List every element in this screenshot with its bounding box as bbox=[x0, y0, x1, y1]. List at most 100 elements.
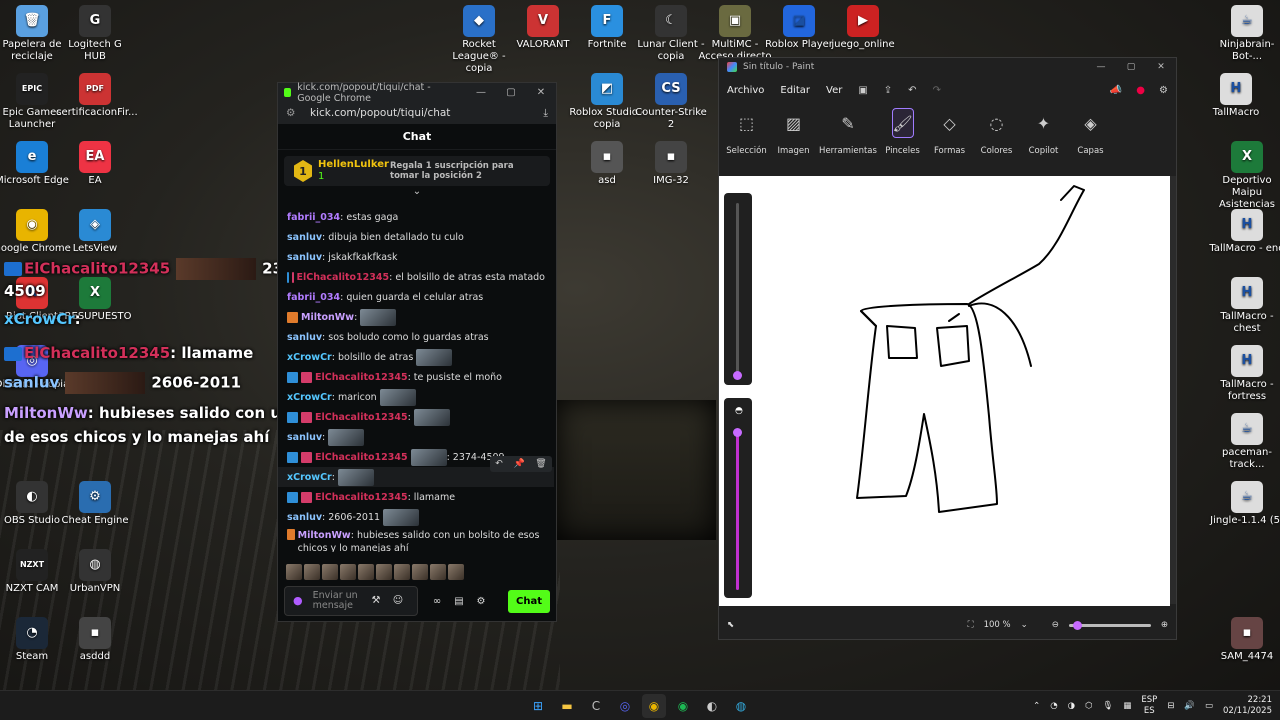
desktop-icon[interactable]: EA EA bbox=[56, 141, 134, 187]
desktop-icon[interactable]: ☕ Ninjabrain-Bot-... bbox=[1208, 5, 1280, 63]
account-icon[interactable]: ● bbox=[1136, 85, 1145, 96]
format-icon[interactable]: ⚒ bbox=[365, 596, 387, 606]
chat-username[interactable]: ElChacalito12345 bbox=[297, 272, 390, 283]
settings-icon[interactable]: ⚙ bbox=[1159, 85, 1168, 96]
emote-icon[interactable] bbox=[376, 564, 392, 580]
emote-icon[interactable] bbox=[358, 564, 374, 580]
download-icon[interactable]: ⤓ bbox=[543, 107, 548, 120]
chat-message[interactable]: xCrowCr: maricon bbox=[278, 387, 554, 407]
emote-icon[interactable] bbox=[286, 564, 302, 580]
tray-app-icon[interactable]: ◔ bbox=[1050, 701, 1057, 711]
chat-username[interactable]: sanluv bbox=[287, 512, 322, 523]
chat-username[interactable]: fabrii_034 bbox=[287, 212, 340, 223]
desktop-icon[interactable]: H TallMacro - fortress bbox=[1208, 345, 1280, 403]
emote-icon[interactable] bbox=[340, 564, 356, 580]
ribbon-herramientas[interactable]: ✎ Herramientas bbox=[817, 104, 879, 157]
chat-username[interactable]: ElChacalito12345 bbox=[315, 412, 408, 423]
pinned-gifter-banner[interactable]: 1 HellenLulker 1 Regala 1 suscripción pa… bbox=[284, 156, 550, 186]
emoji-icon[interactable]: ☺ bbox=[387, 596, 409, 606]
emote-icon[interactable] bbox=[412, 564, 428, 580]
desktop-icon[interactable]: X Deportivo Maipu Asistencias bbox=[1208, 141, 1280, 211]
ribbon-colores[interactable]: ◌ Colores bbox=[973, 104, 1020, 157]
spotify-icon[interactable]: ◉ bbox=[671, 694, 695, 718]
ribbon-seleccion[interactable]: ⬚ Selección bbox=[723, 104, 770, 157]
desktop-icon[interactable]: ☕ paceman-track... bbox=[1208, 413, 1280, 471]
connections-icon[interactable]: ∞ bbox=[426, 596, 448, 607]
discord-icon[interactable]: ◎ bbox=[613, 694, 637, 718]
desktop-icon[interactable]: ▪ SAM_4474 bbox=[1208, 617, 1280, 663]
menu-ver[interactable]: Ver bbox=[826, 85, 842, 96]
desktop-icon[interactable]: CS Counter-Strike 2 bbox=[632, 73, 710, 131]
fit-icon[interactable]: ⛶ bbox=[968, 620, 974, 630]
desktop-icon[interactable]: H TallMacro - end bbox=[1208, 209, 1280, 255]
zoom-in-icon[interactable]: ⊕ bbox=[1161, 620, 1168, 630]
chat-username[interactable]: MiltonWw bbox=[298, 530, 351, 541]
brush-size-slider[interactable] bbox=[724, 193, 752, 385]
store-icon[interactable]: ▤ bbox=[448, 596, 470, 607]
chat-input[interactable]: ● Enviar un mensaje ⚒ ☺ bbox=[284, 586, 418, 616]
chat-message[interactable]: fabrii_034: estas gaga bbox=[278, 207, 554, 227]
chat-username[interactable]: ElChacalito12345 bbox=[315, 492, 408, 503]
chrome-icon[interactable]: ◉ bbox=[642, 693, 666, 718]
desktop-icon[interactable]: ◍ UrbanVPN bbox=[56, 549, 134, 595]
send-chat-button[interactable]: Chat bbox=[508, 589, 550, 613]
desktop-icon[interactable]: H TallMacro bbox=[1197, 73, 1275, 119]
ribbon-imagen[interactable]: ▨ Imagen bbox=[770, 104, 817, 157]
emote-icon[interactable] bbox=[304, 564, 320, 580]
chat-username[interactable]: sanluv bbox=[287, 252, 322, 263]
zoom-slider[interactable] bbox=[1068, 620, 1151, 630]
file-explorer-icon[interactable]: ▬ bbox=[555, 694, 579, 718]
language-indicator[interactable]: ESP ES bbox=[1141, 695, 1157, 717]
chat-username[interactable]: sanluv bbox=[287, 432, 322, 443]
desktop-icon[interactable]: ⚙ Cheat Engine bbox=[56, 481, 134, 527]
zoom-dropdown-icon[interactable]: ⌄ bbox=[1021, 620, 1028, 630]
obs-icon[interactable]: ◐ bbox=[700, 694, 724, 718]
chat-username[interactable]: xCrowCr bbox=[287, 352, 332, 363]
desktop-icon[interactable]: ▪ IMG-32 bbox=[632, 141, 710, 187]
brush-opacity-slider[interactable]: ◓ bbox=[724, 398, 752, 598]
collapse-icon[interactable]: ⌄ bbox=[278, 186, 556, 198]
chat-username[interactable]: sanluv bbox=[287, 332, 322, 343]
desktop-icon[interactable]: H TallMacro - chest bbox=[1208, 277, 1280, 335]
ribbon-copilot[interactable]: ✦ Copilot bbox=[1020, 104, 1067, 157]
chat-message[interactable]: ElChacalito12345: te pusiste el moño bbox=[278, 367, 554, 387]
chat-username[interactable]: ElChacalito12345 bbox=[315, 372, 408, 383]
address-bar[interactable]: ⚙ kick.com/popout/tiqui/chat ⤓ bbox=[278, 102, 556, 124]
desktop-icon[interactable]: ▪ asddd bbox=[56, 617, 134, 663]
chat-message[interactable]: ElChacalito12345: bbox=[278, 407, 554, 427]
chat-username[interactable]: xCrowCr bbox=[287, 472, 332, 483]
delete-icon[interactable]: 🗑 bbox=[535, 459, 546, 469]
menu-editar[interactable]: Editar bbox=[780, 85, 810, 96]
redo-icon[interactable]: ↷ bbox=[933, 85, 941, 96]
megaphone-icon[interactable]: 📣 bbox=[1110, 85, 1122, 96]
chat-message[interactable]: ElChacalito12345: llamame bbox=[278, 487, 554, 507]
site-info-icon[interactable]: ⚙ bbox=[286, 107, 298, 119]
desktop-icon[interactable]: G Logitech G HUB bbox=[56, 5, 134, 63]
chevron-up-icon[interactable]: ⌃ bbox=[1033, 701, 1040, 711]
drawing-canvas[interactable] bbox=[719, 176, 1170, 606]
chat-message[interactable]: sanluv: jskakfkakfkask bbox=[278, 247, 554, 267]
close-button[interactable]: ✕ bbox=[1146, 62, 1176, 72]
tray-app-icon[interactable]: ⬡ bbox=[1085, 701, 1092, 711]
ribbon-capas[interactable]: ◈ Capas bbox=[1067, 104, 1114, 157]
ccleaner-icon[interactable]: C bbox=[584, 694, 608, 718]
chat-message[interactable]: MiltonWw: hubieses salido con un bolsito… bbox=[278, 527, 554, 552]
maximize-button[interactable]: ▢ bbox=[496, 87, 526, 98]
share-icon[interactable]: ⇪ bbox=[884, 85, 892, 96]
start-icon[interactable]: ⊞ bbox=[526, 694, 550, 718]
tray-app-icon[interactable]: ◑ bbox=[1068, 701, 1075, 711]
battery-icon[interactable]: ▭ bbox=[1205, 701, 1213, 711]
ribbon-pinceles[interactable]: 🖌 Pinceles bbox=[879, 104, 926, 156]
chat-message[interactable]: MiltonWw: bbox=[278, 307, 554, 327]
mic-icon[interactable]: 🎙 bbox=[1103, 701, 1114, 711]
chat-message[interactable]: sanluv: dibuja bien detallado tu culo bbox=[278, 227, 554, 247]
chat-username[interactable]: fabrii_034 bbox=[287, 292, 340, 303]
reply-icon[interactable]: ↶ bbox=[495, 459, 503, 469]
zoom-level[interactable]: 100 % bbox=[984, 620, 1011, 630]
chat-message[interactable]: sanluv: bbox=[278, 427, 554, 447]
mic-icon[interactable]: ● bbox=[293, 595, 303, 606]
pin-icon[interactable]: 📌 bbox=[513, 459, 524, 469]
chat-message[interactable]: sanluv: sos boludo como lo guardas atras bbox=[278, 327, 554, 347]
chat-message[interactable]: sanluv: 2606-2011 bbox=[278, 507, 554, 527]
save-icon[interactable]: ▣ bbox=[858, 85, 867, 96]
